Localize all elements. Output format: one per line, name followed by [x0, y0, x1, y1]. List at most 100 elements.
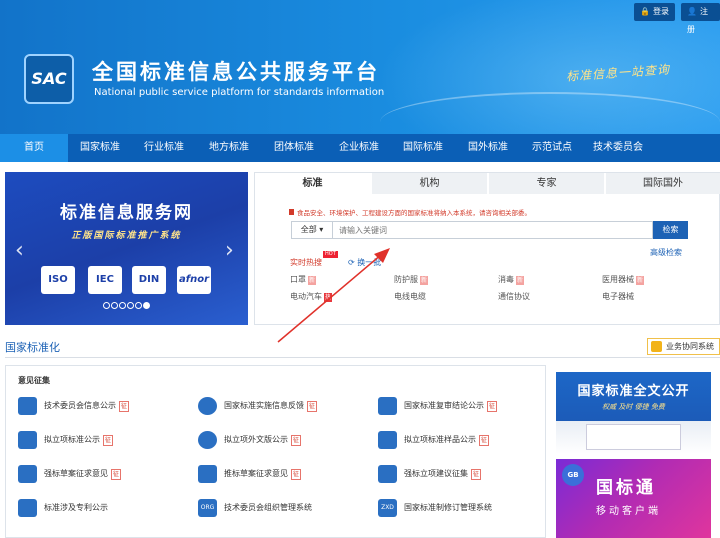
hot-keyword[interactable]: 消毒新	[498, 274, 525, 285]
list-item[interactable]: 拟立项标准公示征	[18, 430, 114, 450]
nav-home[interactable]: 首页	[0, 134, 68, 162]
nav-enterprise-standards[interactable]: 企业标准	[329, 134, 389, 162]
ad-subtitle: 权威 及时 便捷 免费	[602, 403, 665, 411]
tag-badge: 征	[307, 401, 318, 412]
business-icon	[651, 341, 662, 352]
site-title: 全国标准信息公共服务平台	[92, 60, 380, 84]
tab-organizations[interactable]: 机构	[372, 173, 488, 194]
list-item[interactable]: 国家标准复审结论公示征	[378, 396, 498, 416]
annotation-arrow	[277, 248, 390, 343]
globe-icon	[198, 431, 217, 449]
search-scope-select[interactable]: 全部 ▾	[291, 221, 332, 239]
document-icon	[18, 499, 37, 517]
tag-badge: 征	[291, 469, 302, 480]
nav-national-standards[interactable]: 国家标准	[70, 134, 130, 162]
promo-banner[interactable]: 标准信息服务网 正版国际标准推广系统 ‹ › ISO IEC DIN afnor	[5, 172, 248, 325]
banner-next-icon[interactable]: ›	[225, 238, 234, 263]
carousel-dot[interactable]	[103, 302, 110, 309]
group-heading: 意见征集	[18, 376, 50, 385]
din-logo: DIN	[132, 266, 166, 294]
login-button[interactable]: 🔒 登录	[634, 3, 675, 21]
hot-keyword[interactable]: 电子器械	[602, 291, 634, 302]
tag-badge: 征	[471, 469, 482, 480]
download-icon	[198, 465, 217, 483]
committee-icon	[18, 397, 37, 415]
mobile-app-ad[interactable]: GB 国标通 移动客户端	[556, 459, 711, 538]
site-header: 🔒 登录 👤 注册 SAC 全国标准信息公共服务平台 National public…	[0, 0, 720, 134]
new-badge: 新	[516, 276, 525, 285]
iec-logo: IEC	[88, 266, 122, 294]
hot-keyword[interactable]: 医用器械新	[602, 274, 645, 285]
tab-international[interactable]: 国际国外	[606, 173, 720, 194]
gb-badge-icon: GB	[562, 464, 584, 486]
iso-logo: ISO	[41, 266, 75, 294]
screen-mockup	[586, 424, 681, 450]
carousel-dot[interactable]	[119, 302, 126, 309]
search-button[interactable]: 检索	[653, 221, 688, 239]
nav-industry-standards[interactable]: 行业标准	[134, 134, 194, 162]
list-item[interactable]: 推标草案征求意见征	[198, 464, 302, 484]
ad-title: 国家标准全文公开	[577, 384, 690, 399]
list-item[interactable]: 拟立项外文版公示征	[198, 430, 302, 450]
list-item[interactable]: 技术委员会信息公示征	[18, 396, 130, 416]
nav-pilot[interactable]: 示范试点	[522, 134, 582, 162]
caret-down-icon: ▾	[319, 225, 324, 234]
bookmark-icon	[18, 431, 37, 449]
ad-subtitle: 移动客户端	[596, 506, 661, 517]
nav-group-standards[interactable]: 团体标准	[264, 134, 324, 162]
tab-experts[interactable]: 专家	[489, 173, 605, 194]
list-item[interactable]: 标准涉及专利公示	[18, 498, 108, 518]
list-item[interactable]: ZXD 国家标准制修订管理系统	[378, 498, 492, 518]
feedback-icon	[198, 397, 217, 415]
lock-icon: 🔒	[640, 7, 650, 16]
search-input[interactable]	[332, 221, 653, 239]
org-icon: ORG	[198, 499, 217, 517]
section-divider	[5, 357, 720, 358]
carousel-dot-active[interactable]	[143, 302, 150, 309]
hot-keyword[interactable]: 通信协议	[498, 291, 530, 302]
banner-dots	[103, 302, 151, 312]
list-item[interactable]: 国家标准实施信息反馈征	[198, 396, 318, 416]
nav-tech-committee[interactable]: 技术委员会	[584, 134, 652, 162]
flag-icon	[289, 209, 294, 215]
nav-international-standards[interactable]: 国际标准	[393, 134, 453, 162]
banner-prev-icon[interactable]: ‹	[15, 238, 24, 263]
bookmark-icon	[378, 431, 397, 449]
banner-subtitle: 正版国际标准推广系统	[71, 231, 182, 241]
zxd-icon: ZXD	[378, 499, 397, 517]
tag-badge: 征	[111, 469, 122, 480]
business-system-button[interactable]: 业务协同系统	[647, 338, 720, 355]
tag-badge: 征	[479, 435, 490, 446]
banner-title: 标准信息服务网	[60, 203, 193, 223]
tag-badge: 征	[119, 401, 130, 412]
review-icon	[378, 397, 397, 415]
carousel-dot[interactable]	[135, 302, 142, 309]
user-icon: 👤	[687, 7, 697, 16]
list-item[interactable]: 强标草案征求意见征	[18, 464, 122, 484]
list-item[interactable]: 强标立项建议征集征	[378, 464, 482, 484]
search-notice: 食品安全、环境保护、工程建设方面的国家标准将纳入本系统，请咨询相关部委。	[289, 207, 531, 217]
site-title-en: National public service platform for sta…	[94, 87, 385, 98]
list-item[interactable]: 拟立项标准样品公示征	[378, 430, 490, 450]
ad-title: 国标通	[596, 478, 656, 498]
list-item[interactable]: ORG 技术委员会组织管理系统	[198, 498, 312, 518]
carousel-dot[interactable]	[111, 302, 118, 309]
tag-badge: 征	[103, 435, 114, 446]
advanced-search-link[interactable]: 高级检索	[650, 247, 682, 258]
tag-badge: 征	[291, 435, 302, 446]
main-nav: 首页 国家标准 行业标准 地方标准 团体标准 企业标准 国际标准 国外标准 示范…	[0, 134, 720, 162]
new-badge: 新	[420, 276, 429, 285]
nav-local-standards[interactable]: 地方标准	[199, 134, 259, 162]
afnor-logo: afnor	[177, 266, 211, 294]
tag-badge: 征	[487, 401, 498, 412]
tab-standards[interactable]: 标准	[255, 173, 371, 194]
carousel-dot[interactable]	[127, 302, 134, 309]
full-text-ad[interactable]: 国家标准全文公开 权威 及时 便捷 免费	[556, 372, 711, 454]
nav-foreign-standards[interactable]: 国外标准	[458, 134, 518, 162]
download-icon	[18, 465, 37, 483]
register-button[interactable]: 👤 注册	[681, 3, 720, 34]
sac-logo[interactable]: SAC	[24, 54, 74, 104]
edit-icon	[378, 465, 397, 483]
section-title: 国家标准化	[5, 341, 60, 354]
new-badge: 新	[636, 276, 645, 285]
